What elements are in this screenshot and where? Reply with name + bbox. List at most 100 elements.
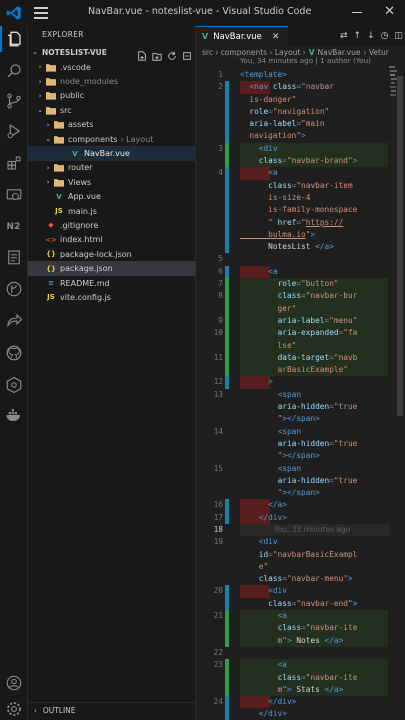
git-gutter-added[interactable] bbox=[225, 142, 229, 156]
code-line[interactable]: is-family-monospace bbox=[196, 204, 405, 217]
tree-item-public[interactable]: › public bbox=[28, 89, 196, 103]
git-gutter-modified[interactable] bbox=[225, 228, 229, 242]
code-line[interactable]: 3 <div bbox=[196, 142, 405, 156]
git-gutter-modified[interactable] bbox=[225, 708, 229, 720]
code-line[interactable]: is-size-4 bbox=[196, 191, 405, 205]
collapse-all-icon[interactable] bbox=[182, 46, 192, 60]
tree-item-src[interactable]: ⌄ src bbox=[28, 103, 196, 117]
code-line[interactable]: 21 <a bbox=[196, 610, 405, 623]
code-line[interactable]: </div> bbox=[196, 708, 405, 720]
settings-gear-icon[interactable] bbox=[5, 700, 23, 718]
git-gutter-added[interactable] bbox=[225, 314, 229, 328]
vscode-logo-icon[interactable] bbox=[6, 5, 22, 21]
git-gutter-added[interactable] bbox=[225, 290, 229, 303]
code-line[interactable]: aria-hidden="true bbox=[196, 475, 405, 487]
git-gutter-modified[interactable] bbox=[225, 81, 229, 94]
git-gutter-added[interactable] bbox=[225, 622, 229, 635]
code-line[interactable]: 12 > bbox=[196, 376, 405, 389]
code-line[interactable]: 20 <div bbox=[196, 585, 405, 598]
open-changes-icon[interactable]: ⇄ bbox=[340, 31, 348, 41]
code-line[interactable]: aria-label="main bbox=[196, 118, 405, 131]
git-gutter-added[interactable] bbox=[225, 327, 229, 340]
code-line[interactable]: 2 <nav class="navbar bbox=[196, 81, 405, 94]
git-gutter-modified[interactable] bbox=[225, 499, 229, 512]
code-line[interactable]: " href="https:// bbox=[196, 216, 405, 229]
code-line[interactable]: class="navbar-ite bbox=[196, 671, 405, 684]
git-blame-codelens[interactable]: You, 34 minutes ago | 1 author (You) bbox=[240, 56, 371, 65]
tree-item-package-lock-json[interactable]: {} package-lock.json bbox=[28, 247, 196, 261]
code-line[interactable]: 9 aria-label="menu" bbox=[196, 314, 405, 328]
code-line[interactable]: 18 You, 33 minutes ago bbox=[196, 523, 405, 537]
code-line[interactable]: 23 <a bbox=[196, 659, 405, 672]
code-line[interactable]: bulma.io"> bbox=[196, 228, 405, 242]
previous-change-icon[interactable]: ↑ bbox=[354, 31, 362, 41]
code-line[interactable]: 17 </div> bbox=[196, 511, 405, 524]
git-gutter-added[interactable] bbox=[225, 610, 229, 623]
code-line[interactable]: class="navbar-brand"> bbox=[196, 155, 405, 168]
refresh-icon[interactable] bbox=[167, 46, 177, 60]
github-icon[interactable] bbox=[5, 344, 23, 362]
code-line[interactable]: NotesList </a> bbox=[196, 241, 405, 254]
git-gutter-added[interactable] bbox=[225, 351, 229, 365]
timeline-icon[interactable]: ◷ bbox=[381, 31, 389, 41]
clipboard-icon[interactable] bbox=[5, 248, 23, 266]
extensions-icon[interactable] bbox=[5, 154, 23, 172]
tree-item-node-modules[interactable]: › node_modules bbox=[28, 74, 196, 88]
git-gutter-modified[interactable] bbox=[225, 118, 229, 131]
tree-item-package-json[interactable]: {} package.json bbox=[28, 261, 196, 276]
git-gutter-modified[interactable] bbox=[225, 216, 229, 229]
n2-extension-icon[interactable]: N2 bbox=[5, 216, 23, 234]
code-line[interactable]: class="navbar-menu"> bbox=[196, 573, 405, 585]
git-gutter-added[interactable] bbox=[225, 302, 229, 315]
code-line[interactable]: 15 <span bbox=[196, 463, 405, 475]
tree-item-vscode[interactable]: › .vscode bbox=[28, 60, 196, 74]
code-line[interactable]: is-danger" bbox=[196, 93, 405, 106]
code-line[interactable]: lse" bbox=[196, 339, 405, 352]
tree-item-gitignore[interactable]: ◆ .gitignore bbox=[28, 218, 196, 232]
explorer-icon[interactable] bbox=[5, 30, 23, 48]
git-gutter-modified[interactable] bbox=[225, 191, 229, 205]
git-gutter-added[interactable] bbox=[225, 155, 229, 168]
code-line[interactable]: aria-hidden="true bbox=[196, 438, 405, 450]
git-gutter-modified[interactable] bbox=[225, 105, 229, 119]
live-share-icon[interactable] bbox=[5, 312, 23, 330]
split-editor-icon[interactable]: ◫ bbox=[394, 31, 403, 41]
code-line[interactable]: "></span> bbox=[196, 487, 405, 499]
tree-item-components[interactable]: ⌄ components › Layout bbox=[28, 132, 196, 146]
code-line[interactable]: 14 <span bbox=[196, 426, 405, 438]
account-icon[interactable] bbox=[5, 674, 23, 692]
new-folder-icon[interactable] bbox=[152, 46, 162, 61]
git-gutter-modified[interactable] bbox=[225, 376, 229, 389]
code-line[interactable]: 7 role="button" bbox=[196, 278, 405, 291]
editor-scrollbar[interactable] bbox=[397, 76, 403, 416]
kubernetes-icon[interactable] bbox=[5, 376, 23, 394]
git-gutter-added[interactable] bbox=[225, 683, 229, 697]
close-window-button[interactable]: ✕ bbox=[384, 5, 395, 19]
code-line[interactable]: class="navbar-item bbox=[196, 179, 405, 192]
code-line[interactable]: 24 </div> bbox=[196, 696, 405, 709]
code-line[interactable]: 10 aria-expanded="fa bbox=[196, 327, 405, 340]
code-line[interactable]: 5 bbox=[196, 253, 405, 265]
tree-item-navbar-vue[interactable]: V NavBar.vue bbox=[28, 146, 196, 161]
code-line[interactable]: navigation"> bbox=[196, 130, 405, 143]
tree-item-app-vue[interactable]: V App.vue bbox=[28, 190, 196, 204]
close-tab-icon[interactable]: ✕ bbox=[272, 32, 280, 42]
code-line[interactable]: 1 <template> bbox=[196, 69, 405, 81]
code-line[interactable]: 6 <a bbox=[196, 265, 405, 279]
git-gutter-modified[interactable] bbox=[225, 204, 229, 217]
code-line[interactable]: 8 class="navbar-bur bbox=[196, 290, 405, 303]
docker-icon[interactable] bbox=[5, 406, 23, 424]
git-gutter-added[interactable] bbox=[225, 659, 229, 672]
code-line[interactable]: 22 bbox=[196, 647, 405, 659]
git-gutter-modified[interactable] bbox=[225, 265, 229, 279]
code-line[interactable]: m"> Notes </a> bbox=[196, 634, 405, 647]
code-line[interactable]: aria-hidden="true bbox=[196, 401, 405, 413]
code-line[interactable]: 4 <a bbox=[196, 167, 405, 180]
code-line[interactable]: 19 <div bbox=[196, 536, 405, 548]
minimap[interactable] bbox=[389, 66, 397, 130]
code-line[interactable]: 16 </a> bbox=[196, 499, 405, 512]
search-icon[interactable] bbox=[5, 62, 23, 80]
tree-item-assets[interactable]: › assets bbox=[28, 118, 196, 132]
tree-item-router[interactable]: › router bbox=[28, 161, 196, 175]
tree-item-main-js[interactable]: JS main.js bbox=[28, 204, 196, 218]
